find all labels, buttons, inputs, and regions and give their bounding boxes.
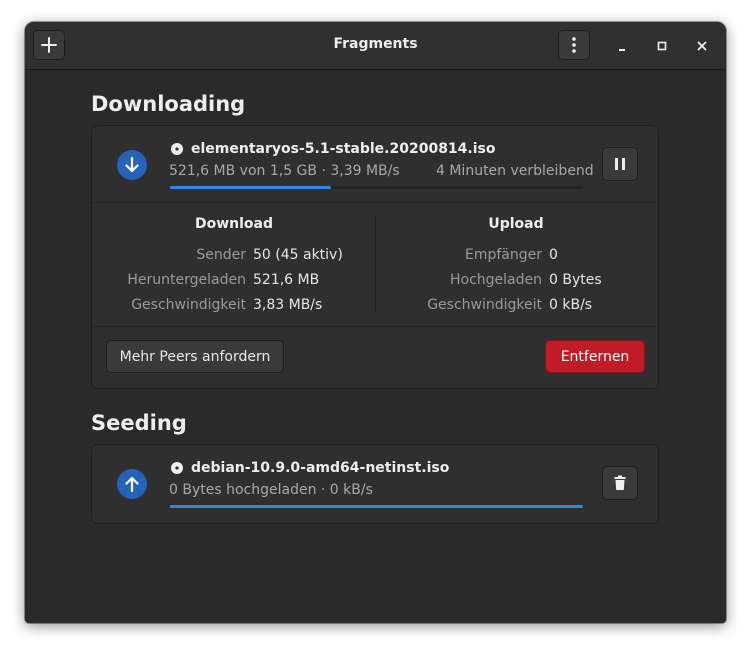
main-menu-button[interactable]: [558, 30, 590, 60]
pause-icon: [615, 158, 625, 170]
disc-icon: [171, 143, 183, 155]
torrent-status-text: 0 Bytes hochgeladen · 0 kB/s: [169, 482, 373, 498]
downloading-heading: Downloading: [91, 92, 246, 116]
disc-icon: [171, 462, 183, 474]
download-stat-value: 50 (45 aktiv): [253, 247, 343, 263]
arrow-up-icon: [125, 476, 139, 493]
download-progress-fill: [170, 186, 332, 189]
download-progress-bar: [170, 186, 583, 189]
download-stat-value: 521,6 MB: [253, 272, 320, 288]
download-stats-heading: Download: [194, 216, 274, 232]
download-status-badge: [117, 150, 147, 180]
vertical-dots-icon: [572, 37, 576, 53]
seeding-heading: Seeding: [91, 411, 187, 435]
card-divider-bottom: [92, 326, 658, 327]
torrent-name: debian-10.9.0-amd64-netinst.iso: [191, 460, 450, 476]
torrent-eta: 4 Minuten verbleibend: [436, 163, 594, 179]
seeding-torrent-card: debian-10.9.0-amd64-netinst.iso 0 Bytes …: [91, 444, 659, 524]
download-stat-label: Heruntergeladen: [127, 272, 246, 288]
download-stat-value: 3,83 MB/s: [253, 297, 323, 313]
stats-column-divider: [375, 216, 376, 312]
delete-torrent-button[interactable]: [602, 466, 638, 500]
trash-icon: [614, 475, 626, 490]
header-bar: Fragments: [25, 22, 726, 70]
minimize-button[interactable]: [611, 35, 633, 57]
request-more-peers-button[interactable]: Mehr Peers anfordern: [106, 340, 284, 373]
upload-stat-value: 0 Bytes: [549, 272, 602, 288]
pause-button[interactable]: [602, 147, 638, 181]
upload-stat-value: 0: [549, 247, 558, 263]
upload-stat-label: Hochgeladen: [449, 272, 542, 288]
download-stat-label: Geschwindigkeit: [131, 297, 246, 313]
upload-stat-label: Empfänger: [464, 247, 542, 263]
seed-progress-fill: [170, 505, 583, 508]
torrent-name: elementaryos-5.1-stable.20200814.iso: [191, 141, 496, 157]
torrent-status-text: 521,6 MB von 1,5 GB · 3,39 MB/s: [169, 163, 400, 179]
arrow-down-icon: [125, 156, 139, 173]
app-window: Fragments Downloading elementaryos-5.1-s…: [25, 22, 726, 623]
card-divider-top: [92, 202, 658, 203]
minimize-icon: [619, 49, 625, 51]
maximize-button[interactable]: [651, 35, 673, 57]
seed-progress-bar: [170, 505, 583, 508]
upload-stat-value: 0 kB/s: [549, 297, 593, 313]
upload-stats-heading: Upload: [488, 216, 544, 232]
close-button[interactable]: [691, 35, 713, 57]
upload-stat-label: Geschwindigkeit: [427, 297, 542, 313]
remove-torrent-button[interactable]: Entfernen: [545, 340, 645, 373]
maximize-icon: [657, 41, 667, 51]
seed-status-badge: [117, 469, 147, 499]
close-icon: [697, 41, 707, 51]
downloading-torrent-card: elementaryos-5.1-stable.20200814.iso 521…: [91, 125, 659, 389]
download-stat-label: Sender: [196, 247, 246, 263]
